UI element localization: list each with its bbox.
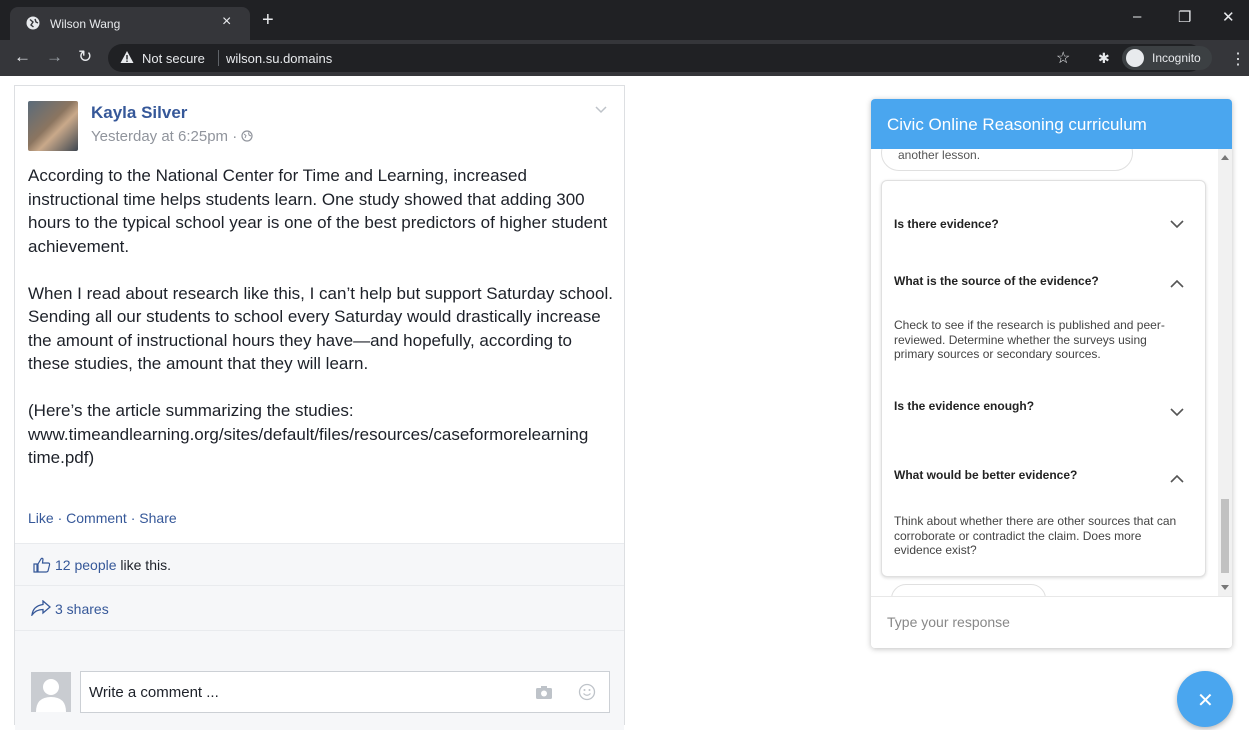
globe-icon (26, 16, 40, 30)
comment-section: Write a comment ... (15, 630, 624, 730)
thumbs-up-icon (33, 557, 51, 573)
commenter-avatar (31, 672, 71, 712)
camera-icon[interactable] (535, 684, 553, 700)
bookmark-star-icon[interactable]: ☆ (1056, 48, 1070, 68)
facebook-post: Kayla Silver Yesterday at 6:25pm · Accor… (14, 85, 625, 730)
browser-tabbar: Wilson Wang × + – ❐ ✕ (0, 0, 1249, 40)
widget-title: Civic Online Reasoning curriculum (887, 115, 1147, 134)
close-icon: ✕ (1197, 690, 1214, 712)
post-paragraph: When I read about research like this, I … (28, 283, 613, 374)
chat-messages[interactable]: another lesson. Is there evidence? What … (871, 149, 1232, 596)
incognito-badge[interactable]: Incognito (1122, 46, 1212, 70)
shares-summary: 3 shares (15, 585, 624, 630)
action-separator: · (53, 510, 67, 526)
faq-question[interactable]: Is there evidence? (894, 217, 999, 231)
post-paragraph: (Here’s the article summarizing the stud… (28, 401, 589, 467)
shares-link[interactable]: 3 shares (55, 601, 109, 617)
default-avatar-icon (36, 679, 66, 712)
close-window-button[interactable]: ✕ (1222, 8, 1235, 26)
chevron-down-icon[interactable] (1170, 219, 1184, 229)
menu-dots-icon[interactable]: ⋮ (1230, 49, 1246, 69)
post-paragraph: According to the National Center for Tim… (28, 166, 608, 256)
not-secure-label: Not secure (142, 51, 205, 66)
author-avatar[interactable] (28, 101, 78, 151)
scroll-down-icon[interactable] (1221, 585, 1229, 590)
chevron-up-icon[interactable] (1170, 279, 1184, 289)
response-input[interactable]: Type your response (871, 596, 1232, 648)
tab-close-icon[interactable]: × (222, 13, 231, 31)
incognito-icon (1126, 49, 1144, 67)
like-link[interactable]: Like (28, 510, 54, 526)
warning-icon (120, 51, 134, 63)
previous-message-text: another lesson. (898, 149, 981, 162)
back-icon[interactable]: ← (14, 47, 31, 67)
response-placeholder: Type your response (887, 614, 1010, 630)
restore-button[interactable]: ❐ (1178, 8, 1191, 26)
post-body: According to the National Center for Tim… (28, 164, 618, 493)
post-actions: Like · Comment · Share (28, 510, 177, 526)
address-bar[interactable]: Not secure wilson.su.domains ☆ (108, 44, 1203, 72)
faq-answer: Think about whether there are other sour… (894, 514, 1177, 557)
minimize-button[interactable]: – (1133, 8, 1141, 25)
emoji-icon[interactable] (578, 683, 596, 701)
extensions-icon[interactable]: ✱ (1098, 50, 1110, 67)
faq-question[interactable]: What would be better evidence? (894, 468, 1077, 482)
post-author[interactable]: Kayla Silver (91, 103, 187, 123)
faq-question[interactable]: What is the source of the evidence? (894, 274, 1099, 288)
likes-text: 12 people like this. (55, 557, 171, 573)
widget-header: Civic Online Reasoning curriculum (871, 99, 1232, 149)
url-text: wilson.su.domains (226, 51, 333, 66)
comment-link[interactable]: Comment (66, 510, 127, 526)
reload-icon[interactable]: ↻ (78, 47, 92, 67)
chevron-up-icon[interactable] (1170, 474, 1184, 484)
tab-title: Wilson Wang (50, 17, 121, 31)
action-separator: · (126, 510, 140, 526)
address-separator (218, 50, 219, 66)
timestamp-text: Yesterday at 6:25pm · (91, 128, 238, 145)
next-message-bubble (891, 584, 1046, 596)
comment-input[interactable]: Write a comment ... (80, 671, 610, 713)
scrollbar-thumb[interactable] (1221, 499, 1229, 573)
new-tab-button[interactable]: + (262, 9, 274, 32)
previous-message-bubble: another lesson. (881, 149, 1133, 171)
faq-card: Is there evidence? What is the source of… (881, 180, 1206, 577)
curriculum-chat-widget: Civic Online Reasoning curriculum anothe… (871, 99, 1232, 648)
browser-toolbar: ← → ↻ Not secure wilson.su.domains ☆ ✱ I… (0, 40, 1249, 76)
chat-scrollbar[interactable] (1218, 149, 1232, 596)
incognito-label: Incognito (1152, 51, 1201, 65)
likes-summary: 12 people like this. (15, 543, 624, 585)
likes-people-link[interactable]: 12 people (55, 557, 117, 573)
post-options-chevron-icon[interactable] (595, 103, 607, 115)
post-timestamp[interactable]: Yesterday at 6:25pm · (91, 128, 253, 145)
browser-tab[interactable]: Wilson Wang × (10, 7, 250, 40)
share-arrow-icon (31, 600, 51, 616)
share-link[interactable]: Share (139, 510, 176, 526)
likes-suffix: like this. (116, 557, 171, 573)
public-globe-icon (241, 130, 253, 142)
forward-icon[interactable]: → (46, 47, 63, 67)
faq-question[interactable]: Is the evidence enough? (894, 399, 1034, 413)
comment-placeholder: Write a comment ... (89, 684, 219, 701)
faq-answer: Check to see if the research is publishe… (894, 318, 1165, 361)
scroll-up-icon[interactable] (1221, 155, 1229, 160)
chevron-down-icon[interactable] (1170, 407, 1184, 417)
